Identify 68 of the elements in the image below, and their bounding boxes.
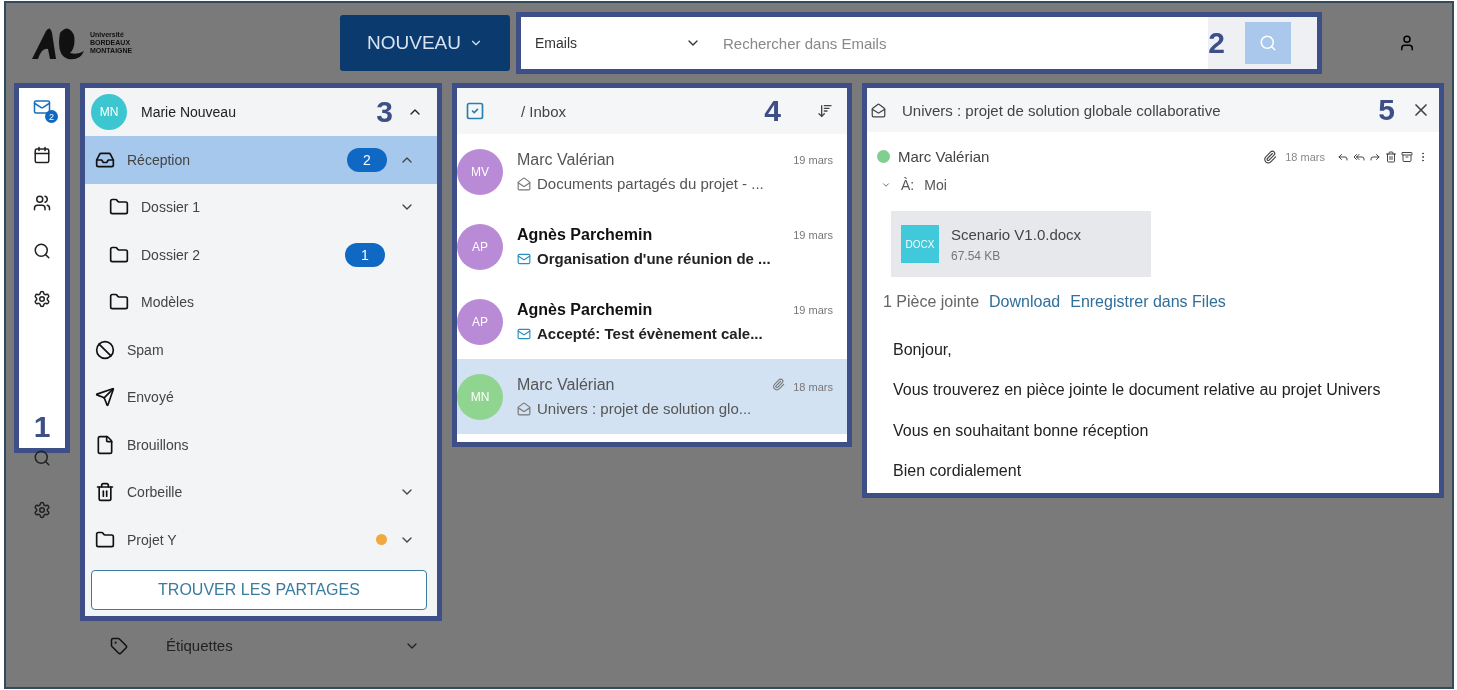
sort-icon[interactable] — [817, 103, 833, 119]
sender-avatar: AP — [457, 223, 503, 270]
badge: 2 — [45, 110, 58, 123]
file-size: 67.54 KB — [951, 248, 1002, 263]
message-paragraph: Vous trouverez en pièce jointe le document relative au projet Univers — [893, 381, 1382, 400]
drafts-icon — [95, 434, 115, 455]
callout-number: 5 — [1378, 95, 1395, 125]
folder-icon — [109, 292, 129, 313]
folder-item[interactable]: Réception 2 — [85, 136, 437, 184]
folder-item[interactable]: Brouillons — [85, 421, 437, 469]
archive-icon[interactable] — [1401, 150, 1413, 163]
message-subject: Univers : projet de solution globale collaborative — [902, 101, 1221, 119]
file-name: Scenario V1.0.docx — [951, 225, 1082, 243]
attachment-link[interactable]: Enregistrer dans Files — [1070, 293, 1226, 311]
message-paragraph: Vous en souhaitant bonne réception — [893, 421, 1150, 441]
user-icon[interactable] — [1398, 34, 1416, 52]
unread-count: 1 — [345, 242, 385, 267]
expand-icon[interactable] — [881, 180, 891, 190]
spam-icon — [95, 339, 115, 360]
search-icon — [1259, 34, 1277, 52]
account-name: Marie Nouveau — [141, 104, 236, 120]
tags-item[interactable]: Étiquettes — [80, 620, 442, 671]
message-paragraph: Bien cordialement — [893, 462, 1023, 481]
callout-number: 2 — [1208, 28, 1225, 58]
message-item[interactable]: MN Marc Valérian 18 mars Univers : projet de solution glo... — [457, 359, 847, 434]
find-shares-button[interactable]: TROUVER LES PARTAGES — [91, 569, 427, 610]
envelope-icon — [517, 326, 531, 341]
open-envelope-icon — [517, 176, 531, 191]
sender-avatar: MN — [457, 373, 503, 420]
folder-item[interactable]: Dossier 1 — [85, 183, 437, 231]
sender-name: Marc Valérian — [898, 148, 990, 165]
folder-icon — [109, 244, 129, 265]
callout-number: 3 — [376, 97, 393, 127]
account-avatar: MN — [91, 94, 127, 130]
search-field[interactable]: Rechercher dans Emails — [711, 17, 1209, 69]
callout-number: 1 — [33, 412, 51, 442]
delete-icon[interactable] — [1385, 150, 1397, 163]
file-type-icon: DOCX — [901, 225, 939, 263]
folder-item[interactable]: Dossier 2 1 — [85, 231, 437, 279]
message-date: 18 mars — [1285, 150, 1325, 163]
envelope-icon — [517, 251, 531, 266]
attachment-card[interactable]: DOCX Scenario V1.0.docx 67.54 KB — [891, 211, 1151, 277]
select-icon[interactable] — [465, 101, 485, 121]
recipient-name: Moi — [924, 177, 947, 193]
folder-item[interactable]: Projet Y — [85, 516, 437, 564]
tag-icon — [110, 636, 128, 655]
sender-avatar: MV — [457, 148, 503, 195]
attachment-count: 1 Pièce jointe — [883, 293, 980, 311]
attachment-link[interactable]: Download — [989, 293, 1061, 311]
trash-icon — [95, 482, 115, 503]
sender-avatar — [877, 150, 890, 163]
scope-select[interactable]: Emails — [521, 17, 711, 69]
recipient-label: À: — [901, 177, 915, 193]
message-paragraph: Bonjour, — [893, 341, 953, 360]
folder-item[interactable]: Spam — [85, 326, 437, 374]
callout-number: 4 — [764, 96, 781, 126]
sender-avatar: AP — [457, 298, 503, 345]
folder-item[interactable]: Envoyé — [85, 373, 437, 421]
open-envelope-icon — [871, 102, 886, 118]
new-button[interactable]: NOUVEAU — [340, 15, 510, 71]
unread-count: 2 — [347, 147, 387, 172]
open-envelope-icon — [517, 401, 531, 416]
folder-path: / Inbox — [521, 102, 567, 120]
folder-item[interactable]: Corbeille — [85, 468, 437, 516]
sent-icon — [95, 387, 115, 408]
folder-icon — [109, 197, 129, 218]
folder-item[interactable]: Modèles — [85, 278, 437, 326]
folder-icon — [95, 529, 115, 550]
